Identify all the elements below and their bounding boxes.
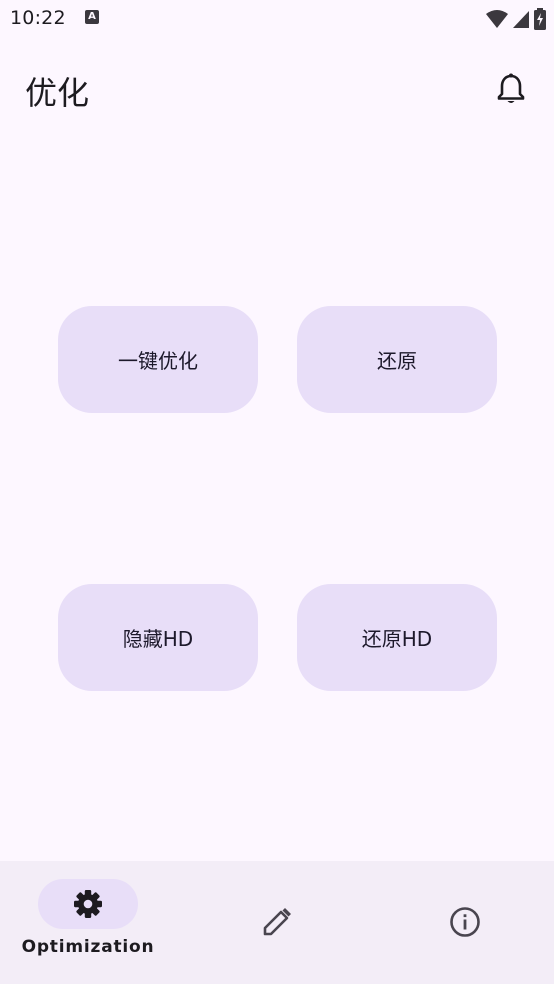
status-icons	[486, 8, 546, 30]
nav-item-about[interactable]	[370, 861, 554, 984]
restore-hd-label: 还原HD	[361, 627, 433, 651]
restore-label: 还原	[377, 349, 417, 373]
battery-charging-icon	[534, 8, 546, 30]
nav-label-optimization: Optimization	[21, 937, 155, 957]
bottom-navigation: Optimization	[0, 861, 554, 984]
pencil-icon	[261, 906, 293, 938]
nav-item-optimization[interactable]: Optimization	[0, 861, 184, 984]
status-time: 10:22	[10, 7, 66, 29]
hide-hd-button[interactable]: 隐藏HD	[58, 584, 258, 691]
hide-hd-label: 隐藏HD	[122, 627, 194, 651]
restore-hd-button[interactable]: 还原HD	[297, 584, 497, 691]
bell-icon	[497, 73, 525, 103]
gear-icon	[72, 888, 104, 920]
restore-button[interactable]: 还原	[297, 306, 497, 413]
wifi-icon	[486, 10, 508, 28]
nav-item-edit[interactable]	[185, 861, 369, 984]
cell-signal-icon	[513, 11, 529, 28]
status-bar: 10:22 A	[0, 0, 554, 38]
info-icon	[449, 906, 481, 938]
one-click-optimize-label: 一键优化	[118, 349, 198, 373]
page-title: 优化	[25, 74, 90, 112]
top-app-bar: 优化	[0, 38, 554, 138]
notification-icon: A	[85, 10, 99, 24]
one-click-optimize-button[interactable]: 一键优化	[58, 306, 258, 413]
notifications-button[interactable]	[488, 66, 534, 112]
